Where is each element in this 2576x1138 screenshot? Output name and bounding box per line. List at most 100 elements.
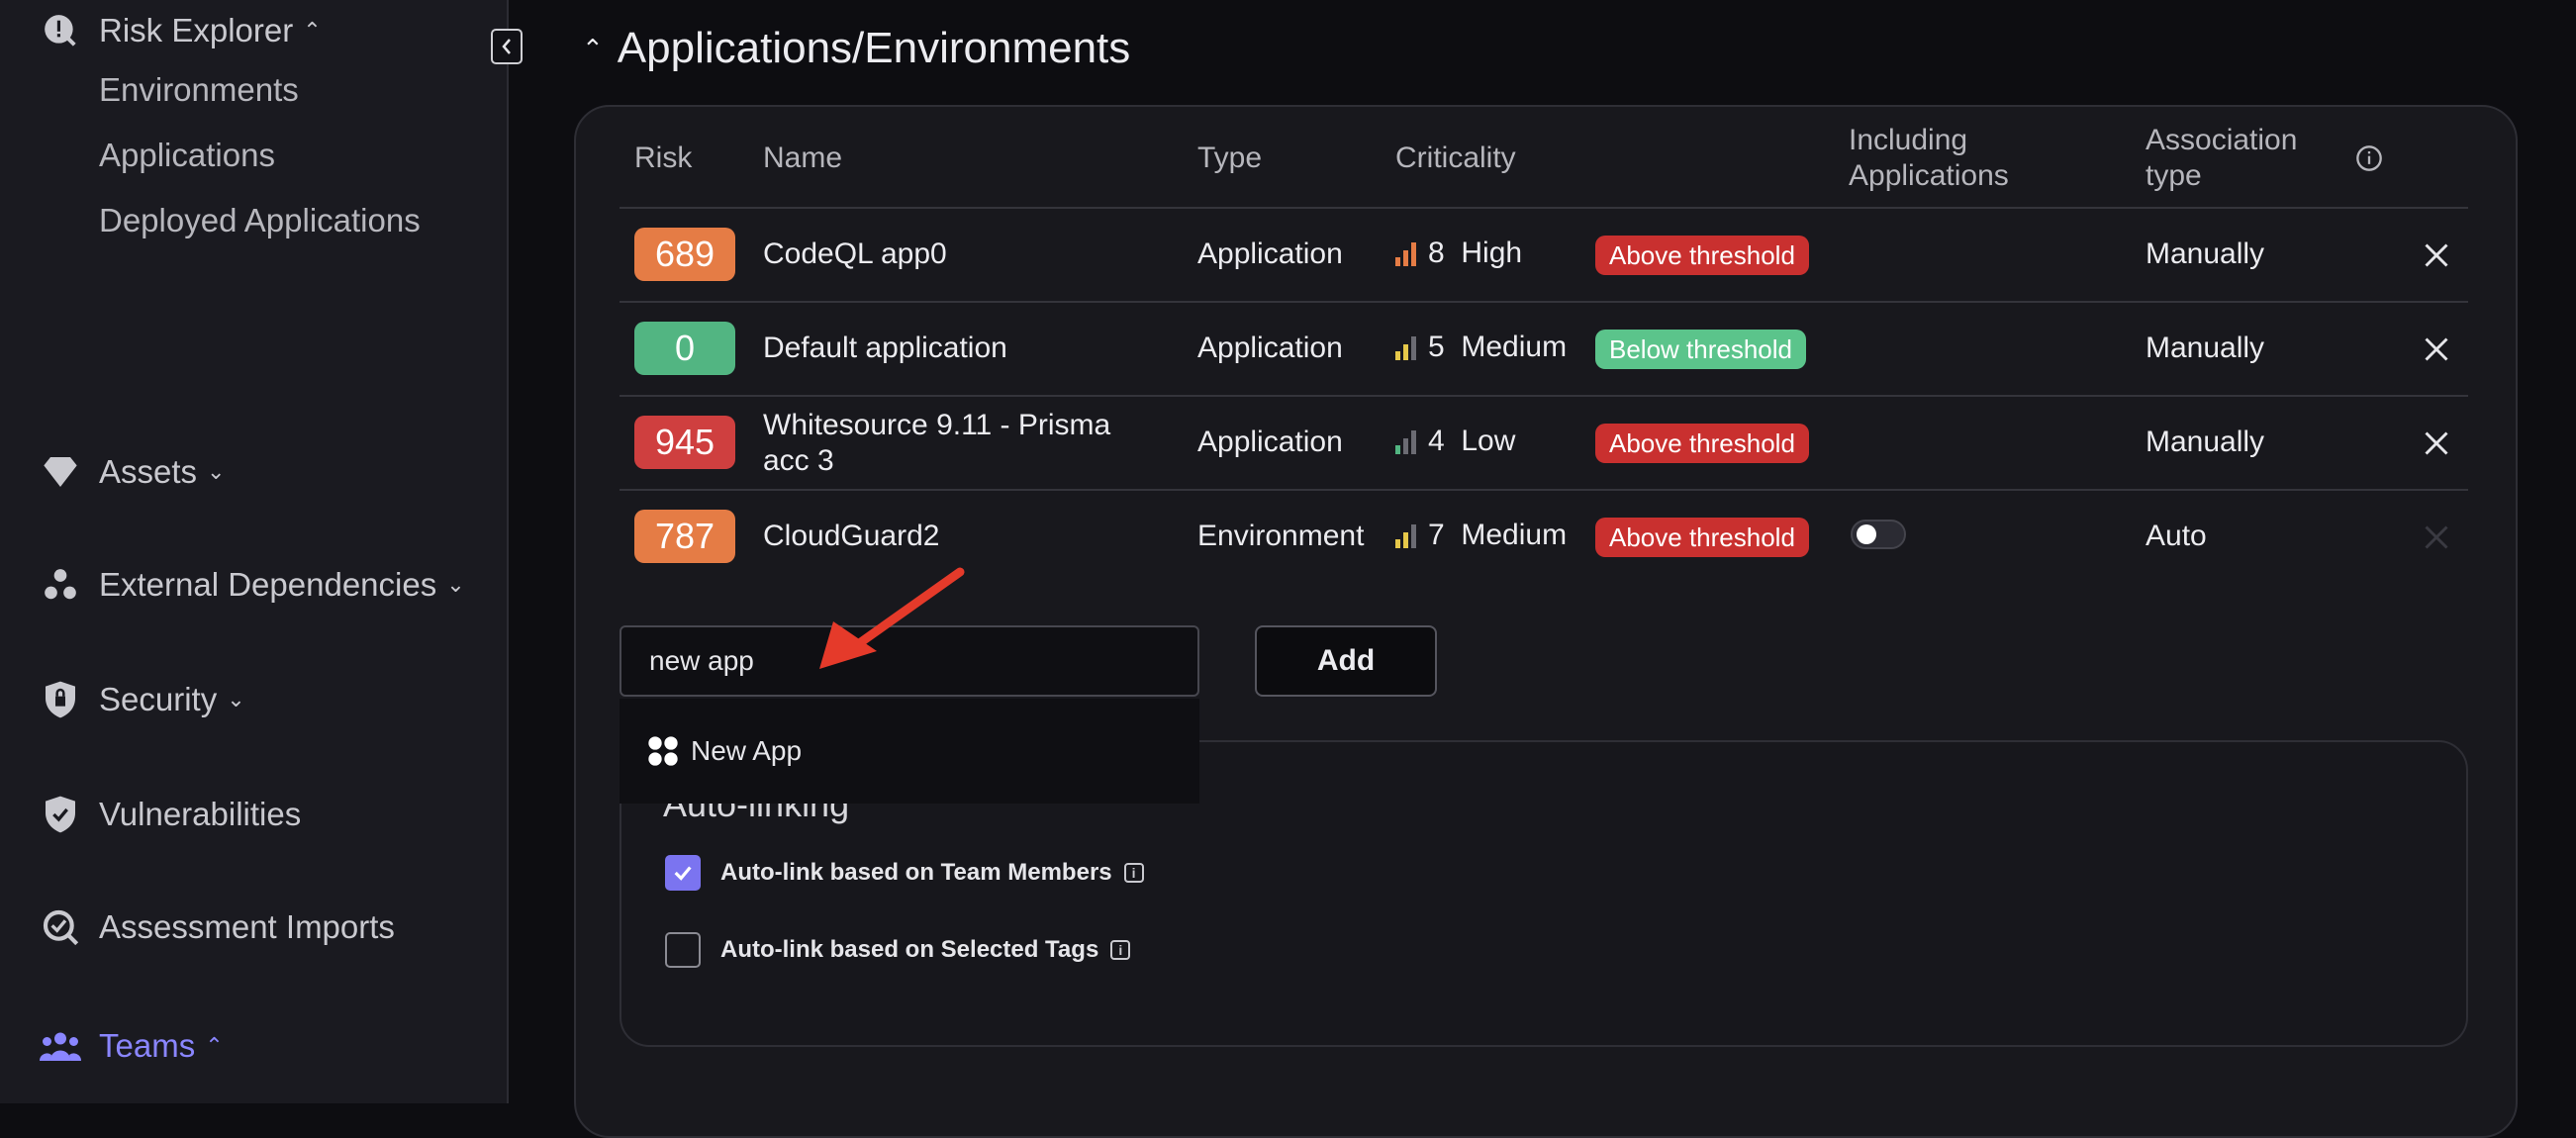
team-members-label: Auto-link based on Team Members i [720,859,1144,887]
threshold-badge: Below threshold [1595,330,1806,369]
sidebar-label-security: Security [99,681,218,717]
criticality-bars-icon [1395,334,1416,360]
sidebar-label-risk-explorer: Risk Explorer [99,12,294,48]
criticality-bars-icon [1395,522,1416,548]
sidebar-item-assets[interactable]: Assets ⌄ [40,451,225,493]
criticality-bars-icon [1395,428,1416,454]
header-including-line1: Including [1849,124,1968,156]
row-name[interactable]: CodeQL app0 [763,237,947,272]
divider [620,395,2468,397]
header-name[interactable]: Name [763,141,842,176]
diamond-icon [40,451,81,493]
chevron-down-icon: ⌄ [207,459,226,484]
row-name[interactable]: CloudGuard2 [763,519,939,554]
section-header[interactable]: ⌃ Applications/Environments [582,24,1130,73]
threshold-badge: Above threshold [1595,424,1809,463]
criticality-value: 7 [1428,519,1445,551]
row-name[interactable]: Whitesource 9.11 - Prisma acc 3 [763,408,1110,479]
sidebar-item-applications[interactable]: Applications [99,137,275,174]
criticality-value: 5 [1428,331,1445,363]
add-button[interactable]: Add [1255,625,1437,697]
sidebar-label-teams: Teams [99,1027,196,1064]
criticality-label: Medium [1461,519,1568,551]
search-check-icon [40,906,81,948]
shield-lock-icon [40,679,81,720]
sidebar-item-assessment-imports[interactable]: Assessment Imports [40,906,395,948]
row-association: Manually [2146,332,2265,364]
risk-score-badge: 0 [634,322,735,375]
dependencies-icon [40,564,81,606]
divider [620,489,2468,491]
chevron-down-icon: ⌄ [446,572,465,597]
sidebar-item-deployed-applications[interactable]: Deployed Applications [99,202,421,239]
threshold-badge: Above threshold [1595,236,1809,275]
row-association: Manually [2146,237,2265,270]
sidebar-item-risk-explorer[interactable]: Risk Explorer ⌃ [40,10,322,51]
sidebar-label-assessment-imports: Assessment Imports [99,908,395,945]
annotation-arrow-icon [819,567,965,669]
sidebar-label-external-dependencies: External Dependencies [99,566,437,603]
close-icon-disabled [2425,525,2448,549]
selected-tags-text: Auto-link based on Selected Tags [720,936,1099,963]
sidebar-item-environments[interactable]: Environments [99,71,299,109]
row-name-line1: Whitesource 9.11 - Prisma [763,409,1111,441]
criticality-label: Low [1461,425,1516,457]
sidebar: Risk Explorer ⌃ Environments Application… [0,0,509,1103]
shield-check-icon [40,794,81,835]
close-icon[interactable] [2423,429,2450,457]
team-icon [40,1025,81,1067]
row-type: Application [1197,426,1343,458]
info-icon[interactable]: i [1110,940,1131,960]
threshold-badge: Above threshold [1595,518,1809,557]
header-criticality[interactable]: Criticality [1395,141,1516,176]
row-name-line2: acc 3 [763,444,834,477]
chevron-down-icon: ⌄ [227,687,245,711]
row-type: Environment [1197,520,1365,552]
selected-tags-checkbox[interactable] [665,932,701,968]
row-name[interactable]: Default application [763,331,1007,366]
collapse-sidebar-button[interactable] [491,29,523,64]
row-association: Manually [2146,426,2265,458]
checkmark-icon [674,866,692,881]
sidebar-item-teams[interactable]: Teams ⌃ [40,1025,224,1067]
chevron-up-icon: ⌃ [205,1033,224,1058]
section-title: Applications/Environments [617,24,1131,72]
chevron-up-icon: ⌃ [582,33,604,63]
header-type[interactable]: Type [1197,141,1262,176]
sidebar-item-vulnerabilities[interactable]: Vulnerabilities [40,794,301,835]
chevron-left-icon [502,39,511,54]
autocomplete-option-new-app[interactable]: New App [620,699,1199,804]
risk-score-badge: 945 [634,416,735,469]
sidebar-item-external-dependencies[interactable]: External Dependencies ⌄ [40,564,465,606]
info-icon[interactable] [2355,144,2383,172]
criticality: 8 High [1395,237,1522,270]
team-members-text: Auto-link based on Team Members [720,859,1112,886]
close-icon[interactable] [2423,241,2450,269]
criticality-label: Medium [1461,331,1568,363]
header-association-line2: type [2146,159,2202,192]
row-association: Auto [2146,520,2207,552]
header-including-line2: Applications [1849,159,2009,192]
criticality-label: High [1461,237,1523,269]
header-association-type[interactable]: Association type [2146,123,2297,194]
header-association-line1: Association [2146,124,2298,156]
header-including-applications[interactable]: Including Applications [1849,123,2009,194]
header-risk[interactable]: Risk [634,141,692,176]
autocomplete-option-label: New App [691,735,803,766]
criticality-bars-icon [1395,240,1416,266]
criticality: 5 Medium [1395,331,1567,364]
sidebar-label-vulnerabilities: Vulnerabilities [99,796,302,832]
sidebar-label-assets: Assets [99,453,198,490]
team-members-checkbox[interactable] [665,855,701,891]
criticality-value: 8 [1428,237,1445,269]
risk-score-badge: 787 [634,510,735,563]
chevron-up-icon: ⌃ [303,18,322,43]
criticality: 4 Low [1395,425,1515,458]
divider [620,207,2468,209]
criticality-value: 4 [1428,425,1445,457]
app-grid-icon [648,736,678,766]
sidebar-item-security[interactable]: Security ⌄ [40,679,245,720]
info-icon[interactable]: i [1123,863,1144,883]
including-applications-toggle[interactable] [1851,520,1906,549]
close-icon[interactable] [2423,335,2450,363]
